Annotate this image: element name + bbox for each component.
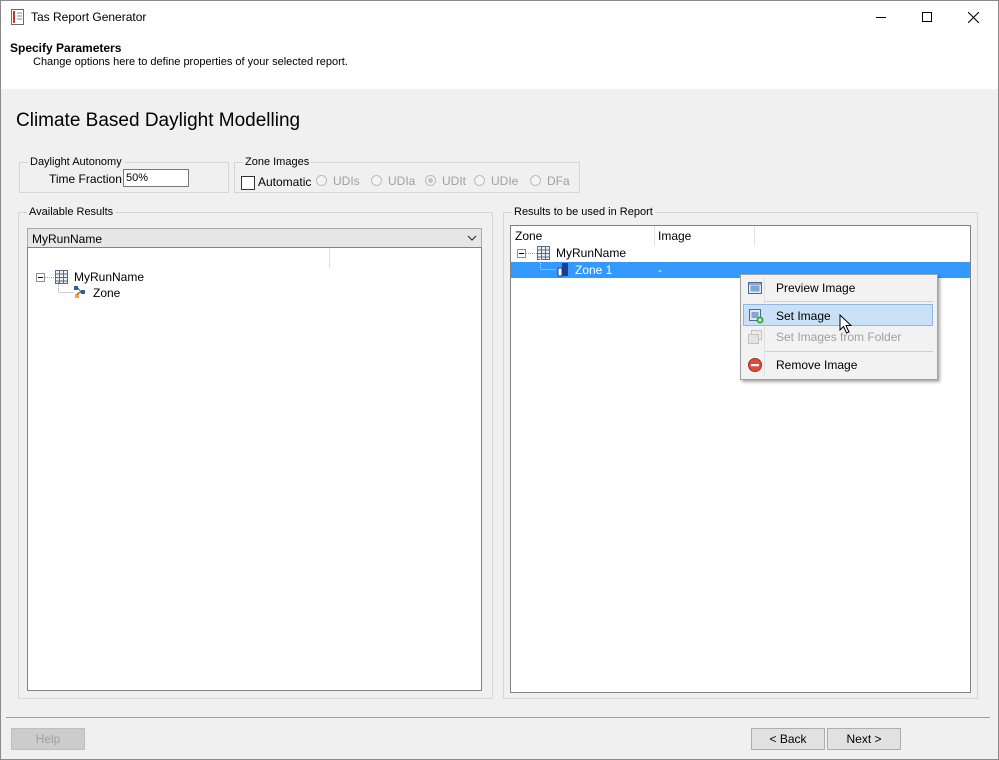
- run-name-combo-value: MyRunName: [32, 232, 103, 246]
- udia-label: UDIa: [388, 174, 416, 188]
- menu-separator: [765, 301, 933, 302]
- set-image-icon: [749, 309, 764, 324]
- tree-connector: [540, 259, 556, 270]
- zone-column-header[interactable]: Zone: [515, 229, 542, 243]
- udie-label: UDIe: [491, 174, 519, 188]
- zone-1-label[interactable]: Zone 1: [575, 263, 612, 277]
- menu-item-set-image[interactable]: Set Image: [743, 304, 933, 326]
- time-fraction-label: Time Fraction: [49, 172, 122, 186]
- udit-label: UDIt: [442, 174, 466, 188]
- tree-connector: [58, 282, 74, 293]
- udia-radio[interactable]: [371, 175, 382, 186]
- menu-item-remove-image[interactable]: Remove Image: [743, 354, 933, 376]
- available-results-legend: Available Results: [27, 206, 116, 218]
- close-icon: [967, 11, 979, 23]
- time-fraction-input[interactable]: [123, 169, 189, 187]
- remove-icon: [748, 358, 762, 372]
- tree-connector: [526, 253, 537, 254]
- minimize-icon: [876, 17, 886, 18]
- menu-item-preview-image[interactable]: Preview Image: [743, 277, 933, 299]
- maximize-button[interactable]: [904, 1, 950, 33]
- header-title: Specify Parameters: [10, 41, 122, 55]
- report-generator-window: Tas Report Generator Specify Parameters …: [0, 0, 999, 760]
- run-results-icon: [537, 246, 550, 260]
- minimize-button[interactable]: [858, 1, 904, 33]
- tree-connector: [45, 277, 55, 278]
- dfa-label: DFa: [547, 174, 570, 188]
- zone-icon: [557, 263, 568, 277]
- next-button[interactable]: Next >: [827, 728, 901, 750]
- column-divider: [654, 226, 655, 246]
- udit-radio[interactable]: [425, 175, 436, 186]
- section-title: Climate Based Daylight Modelling: [16, 110, 301, 131]
- report-app-icon: [11, 9, 24, 25]
- udis-label: UDIs: [333, 174, 360, 188]
- column-divider: [754, 226, 755, 246]
- chevron-down-icon: [467, 235, 477, 241]
- close-button[interactable]: [950, 1, 996, 33]
- header-subtitle: Change options here to define properties…: [33, 56, 348, 68]
- zone-group-icon: [74, 286, 85, 298]
- menu-separator: [765, 351, 933, 352]
- help-button[interactable]: Help: [11, 728, 85, 750]
- image-column-header[interactable]: Image: [658, 229, 691, 243]
- automatic-checkbox[interactable]: [241, 176, 255, 190]
- automatic-label: Automatic: [258, 175, 312, 189]
- collapse-icon[interactable]: [517, 249, 526, 258]
- report-results-legend: Results to be used in Report: [512, 206, 655, 218]
- daylight-autonomy-legend: Daylight Autonomy: [28, 156, 124, 168]
- menu-item-set-image-label: Set Image: [776, 309, 831, 323]
- zone-images-legend: Zone Images: [243, 156, 312, 168]
- menu-item-remove-image-label: Remove Image: [776, 358, 858, 372]
- title-bar: Tas Report Generator: [1, 1, 998, 33]
- udis-radio[interactable]: [316, 175, 327, 186]
- preview-image-icon: [748, 282, 762, 294]
- folder-images-icon: [748, 330, 762, 344]
- menu-item-set-images-from-folder[interactable]: Set Images from Folder: [743, 326, 933, 348]
- run-name-combo[interactable]: MyRunName: [27, 228, 482, 248]
- dfa-radio[interactable]: [530, 175, 541, 186]
- udie-radio[interactable]: [474, 175, 485, 186]
- maximize-icon: [922, 12, 932, 22]
- footer-separator: [6, 717, 990, 718]
- mouse-cursor-icon: [839, 314, 853, 334]
- back-button[interactable]: < Back: [751, 728, 825, 750]
- report-tree-root-label[interactable]: MyRunName: [556, 246, 626, 260]
- zone-1-image-value: -: [658, 263, 662, 277]
- tree-root-label[interactable]: MyRunName: [74, 270, 144, 284]
- tree-zone-label[interactable]: Zone: [93, 286, 120, 300]
- tree-header-divider: [329, 248, 330, 268]
- available-results-tree[interactable]: MyRunName Zone: [27, 247, 482, 691]
- collapse-icon[interactable]: [36, 273, 45, 282]
- window-title: Tas Report Generator: [31, 10, 147, 24]
- wizard-header: Specify Parameters Change options here t…: [1, 33, 998, 89]
- menu-item-preview-image-label: Preview Image: [776, 281, 856, 295]
